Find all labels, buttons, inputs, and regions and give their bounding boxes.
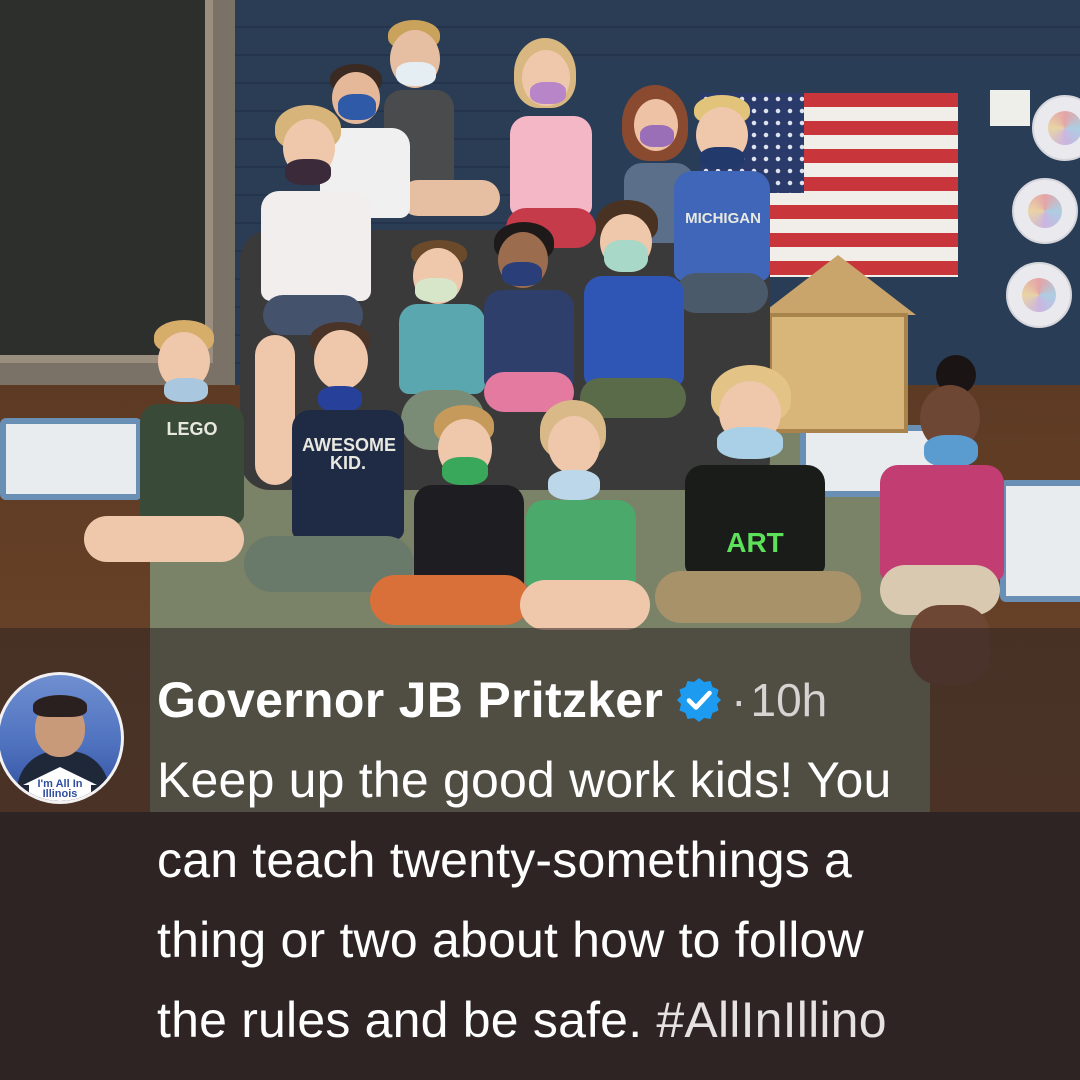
tweet-timestamp[interactable]: 10h	[751, 673, 828, 727]
tweet-text-segment: the rules and be safe.	[157, 992, 657, 1048]
display-name[interactable]: Governor JB Pritzker	[157, 671, 663, 729]
shirt-text: ART	[726, 527, 784, 558]
verified-badge-icon	[677, 678, 722, 722]
tweet-text-line: thing or two about how to follow	[157, 912, 864, 968]
nap-cot	[0, 418, 142, 500]
tweet-text: Keep up the good work kids! You can teac…	[157, 740, 1080, 1060]
child	[520, 400, 650, 650]
profile-avatar[interactable]: I'm All In Illinois	[0, 672, 126, 806]
paper-plate-art	[1006, 262, 1072, 328]
hashtag-link[interactable]: #AllInIllino	[656, 992, 886, 1048]
nap-cot	[1000, 480, 1080, 602]
child	[370, 405, 530, 645]
tweet-text-line: can teach twenty-somethings a	[157, 832, 853, 888]
avatar-photo: I'm All In Illinois	[0, 672, 124, 804]
wall-note	[990, 90, 1030, 126]
tweet-header: Governor JB Pritzker · 10h	[157, 665, 827, 735]
child: ART	[655, 365, 865, 645]
shirt-text: MICHIGAN	[685, 210, 761, 227]
separator-dot: ·	[731, 674, 747, 726]
child: LEGO	[84, 320, 250, 600]
shirt-text: LEGO	[166, 419, 218, 439]
all-in-illinois-logo: I'm All In Illinois	[23, 767, 97, 801]
paper-plate-art	[1012, 178, 1078, 244]
tweet-text-line: the rules and be safe. #AllInIllino	[157, 980, 1080, 1060]
tweet-text-line: Keep up the good work kids! You	[157, 752, 892, 808]
chalkboard	[0, 0, 213, 363]
